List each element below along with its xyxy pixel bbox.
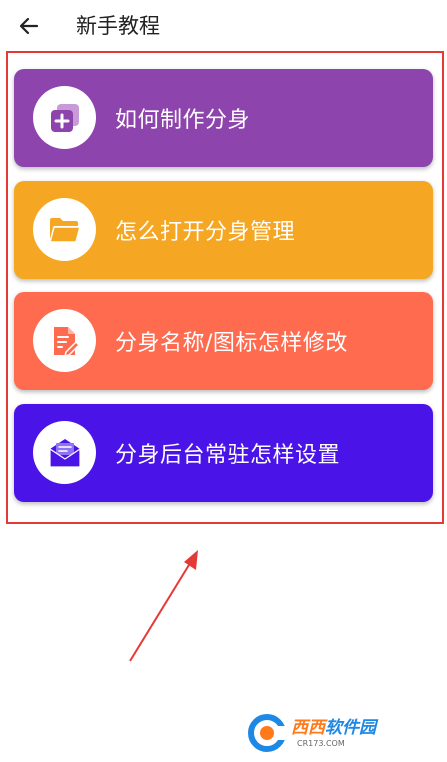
- back-button[interactable]: [14, 11, 44, 41]
- arrow-left-icon: [19, 17, 39, 35]
- tutorial-label: 分身名称/图标怎样修改: [115, 331, 348, 356]
- card-icon-circle: [33, 421, 96, 484]
- tutorial-card-create-clone[interactable]: 如何制作分身: [14, 69, 433, 167]
- mail-envelope-icon: [48, 438, 81, 468]
- card-icon-circle: [33, 309, 96, 372]
- watermark-brand-part2: 软件园: [325, 718, 376, 738]
- tutorial-card-rename-icon[interactable]: 分身名称/图标怎样修改: [14, 292, 433, 390]
- tutorial-card-background-resident[interactable]: 分身后台常驻怎样设置: [14, 404, 433, 502]
- folder-icon: [48, 217, 81, 243]
- tutorial-card-open-manager[interactable]: 怎么打开分身管理: [14, 181, 433, 279]
- tutorial-label: 分身后台常驻怎样设置: [115, 443, 341, 468]
- card-icon-circle: [33, 86, 96, 149]
- app-bar: 新手教程: [0, 0, 447, 52]
- add-square-icon: [50, 103, 79, 132]
- watermark-brand-part1: 西西: [291, 718, 325, 738]
- card-icon-circle: [33, 198, 96, 261]
- watermark-logo: [247, 714, 289, 752]
- tutorial-label: 怎么打开分身管理: [115, 220, 296, 245]
- tutorial-label: 如何制作分身: [115, 108, 251, 133]
- page-title: 新手教程: [76, 14, 160, 38]
- edit-document-icon: [53, 326, 80, 357]
- watermark-url: CR173.COM: [297, 739, 345, 748]
- watermark: 西西软件园 CR173.COM: [247, 714, 431, 752]
